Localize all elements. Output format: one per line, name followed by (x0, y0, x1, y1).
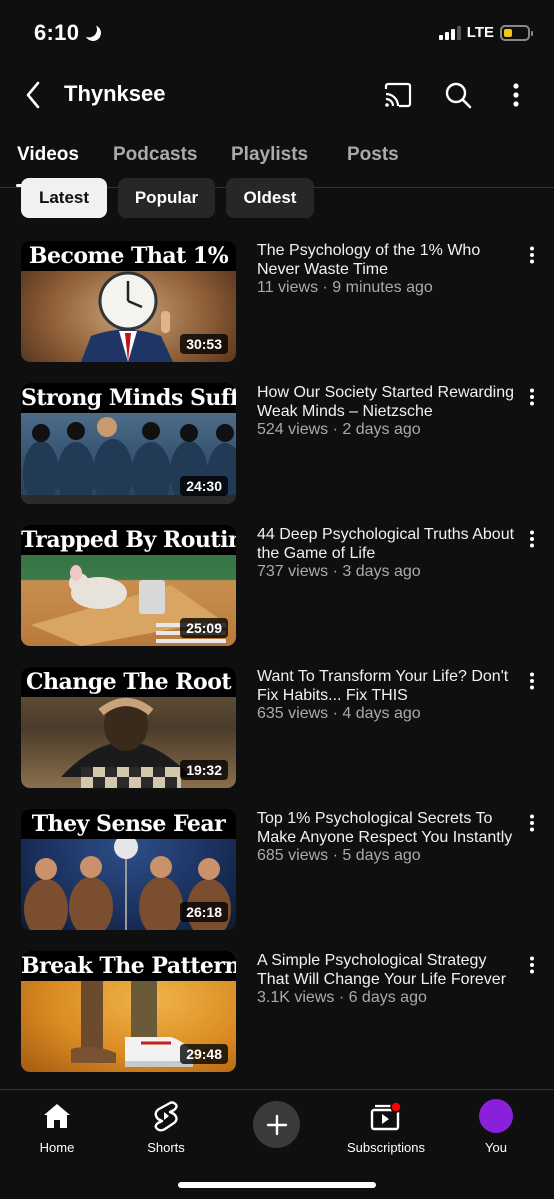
video-thumbnail[interactable]: Strong Minds Suffer 24:30 (21, 383, 236, 504)
tab-videos[interactable]: Videos (17, 144, 79, 166)
video-title[interactable]: Top 1% Psychological Secrets To Make Any… (257, 809, 519, 847)
video-info: The Psychology of the 1% Who Never Waste… (257, 241, 519, 297)
video-meta: 685 views · 5 days ago (257, 847, 421, 864)
home-indicator (178, 1182, 376, 1188)
video-duration: 24:30 (180, 476, 228, 496)
cast-icon (384, 82, 412, 108)
video-meta: 3.1K views · 6 days ago (257, 989, 427, 1006)
plus-icon (266, 1114, 287, 1135)
video-duration: 29:48 (180, 1044, 228, 1064)
thumbnail-text: They Sense Fear (21, 809, 236, 839)
nav-subscriptions[interactable]: Subscriptions (336, 1098, 436, 1155)
video-meta: 11 views · 9 minutes ago (257, 279, 433, 296)
video-meta: 737 views · 3 days ago (257, 563, 421, 580)
video-thumbnail[interactable]: Change The Root 19:32 (21, 667, 236, 788)
search-icon (445, 82, 472, 109)
nav-home[interactable]: Home (7, 1098, 107, 1155)
video-title[interactable]: A Simple Psychological Strategy That Wil… (257, 951, 519, 989)
thumbnail-text: Trapped By Routine (21, 525, 236, 555)
video-title[interactable]: How Our Society Started Rewarding Weak M… (257, 383, 519, 421)
video-info: How Our Society Started Rewarding Weak M… (257, 383, 519, 439)
video-title[interactable]: Want To Transform Your Life? Don't Fix H… (257, 667, 519, 705)
video-item[interactable]: Change The Root 19:32 Want To Transform … (0, 667, 554, 789)
cast-button[interactable] (382, 79, 414, 111)
thumbnail-text: Change The Root (21, 667, 236, 697)
video-more-button[interactable] (524, 669, 540, 693)
nav-label: Home (39, 1140, 75, 1155)
video-more-button[interactable] (524, 385, 540, 409)
chip-latest[interactable]: Latest (21, 178, 107, 218)
video-more-button[interactable] (524, 527, 540, 551)
video-duration: 30:53 (180, 334, 228, 354)
back-button[interactable] (18, 80, 48, 110)
more-vertical-icon (513, 83, 519, 107)
status-time-group: 6:10 (34, 20, 101, 46)
shorts-icon (154, 1101, 178, 1132)
chip-oldest[interactable]: Oldest (226, 178, 314, 218)
thumbnail-text: Strong Minds Suffer (21, 383, 236, 413)
more-vertical-icon (530, 246, 534, 264)
chip-popular[interactable]: Popular (118, 178, 215, 218)
nav-label: Shorts (147, 1140, 185, 1155)
more-vertical-icon (530, 530, 534, 548)
thumbnail-text: Become That 1% (21, 241, 236, 271)
video-item[interactable]: They Sense Fear 26:18 Top 1% Psychologic… (0, 809, 554, 931)
video-thumbnail[interactable]: Become That 1% 30:53 (21, 241, 236, 362)
video-info: Want To Transform Your Life? Don't Fix H… (257, 667, 519, 723)
battery-icon (500, 24, 533, 41)
video-more-button[interactable] (524, 243, 540, 267)
search-button[interactable] (442, 79, 474, 111)
video-item[interactable]: Become That 1% 30:53 The Psychology of t… (0, 241, 554, 363)
video-more-button[interactable] (524, 953, 540, 977)
tab-podcasts[interactable]: Podcasts (113, 144, 197, 166)
video-item[interactable]: Trapped By Routine 25:09 44 Deep Psychol… (0, 525, 554, 647)
more-options-button[interactable] (500, 79, 532, 111)
video-duration: 26:18 (180, 902, 228, 922)
tab-posts[interactable]: Posts (347, 144, 399, 166)
nav-label: Subscriptions (346, 1140, 426, 1155)
chevron-left-icon (26, 81, 40, 109)
video-title[interactable]: 44 Deep Psychological Truths About the G… (257, 525, 519, 563)
more-vertical-icon (530, 388, 534, 406)
tab-playlists[interactable]: Playlists (231, 144, 308, 166)
more-vertical-icon (530, 956, 534, 974)
video-meta: 635 views · 4 days ago (257, 705, 421, 722)
channel-name: Thynksee (64, 81, 166, 106)
nav-shorts[interactable]: Shorts (116, 1098, 216, 1155)
sort-chips: Latest Popular Oldest (0, 176, 554, 220)
video-info: 44 Deep Psychological Truths About the G… (257, 525, 519, 581)
home-icon (44, 1104, 70, 1128)
video-duration: 19:32 (180, 760, 228, 780)
nav-you[interactable]: You (446, 1098, 546, 1155)
status-time: 6:10 (34, 20, 80, 45)
create-button[interactable] (253, 1101, 300, 1148)
video-meta: 524 views · 2 days ago (257, 421, 421, 438)
channel-header: Thynksee (0, 70, 554, 120)
video-thumbnail[interactable]: They Sense Fear 26:18 (21, 809, 236, 930)
video-item[interactable]: Break The Pattern 29:48 A Simple Psychol… (0, 951, 554, 1073)
video-info: A Simple Psychological Strategy That Wil… (257, 951, 519, 1007)
thumbnail-text: Break The Pattern (21, 951, 236, 981)
nav-label: You (485, 1140, 507, 1155)
video-thumbnail[interactable]: Trapped By Routine 25:09 (21, 525, 236, 646)
moon-icon (83, 23, 104, 44)
subscriptions-icon (370, 1101, 402, 1131)
signal-icon (438, 25, 461, 40)
video-title[interactable]: The Psychology of the 1% Who Never Waste… (257, 241, 519, 279)
status-right: LTE (438, 24, 533, 41)
video-item[interactable]: Strong Minds Suffer 24:30 How Our Societ… (0, 383, 554, 505)
video-duration: 25:09 (180, 618, 228, 638)
network-type: LTE (466, 24, 494, 41)
more-vertical-icon (530, 672, 534, 690)
avatar (479, 1099, 513, 1133)
status-bar: 6:10 LTE (0, 0, 554, 66)
video-info: Top 1% Psychological Secrets To Make Any… (257, 809, 519, 865)
more-vertical-icon (530, 814, 534, 832)
video-thumbnail[interactable]: Break The Pattern 29:48 (21, 951, 236, 1072)
video-more-button[interactable] (524, 811, 540, 835)
